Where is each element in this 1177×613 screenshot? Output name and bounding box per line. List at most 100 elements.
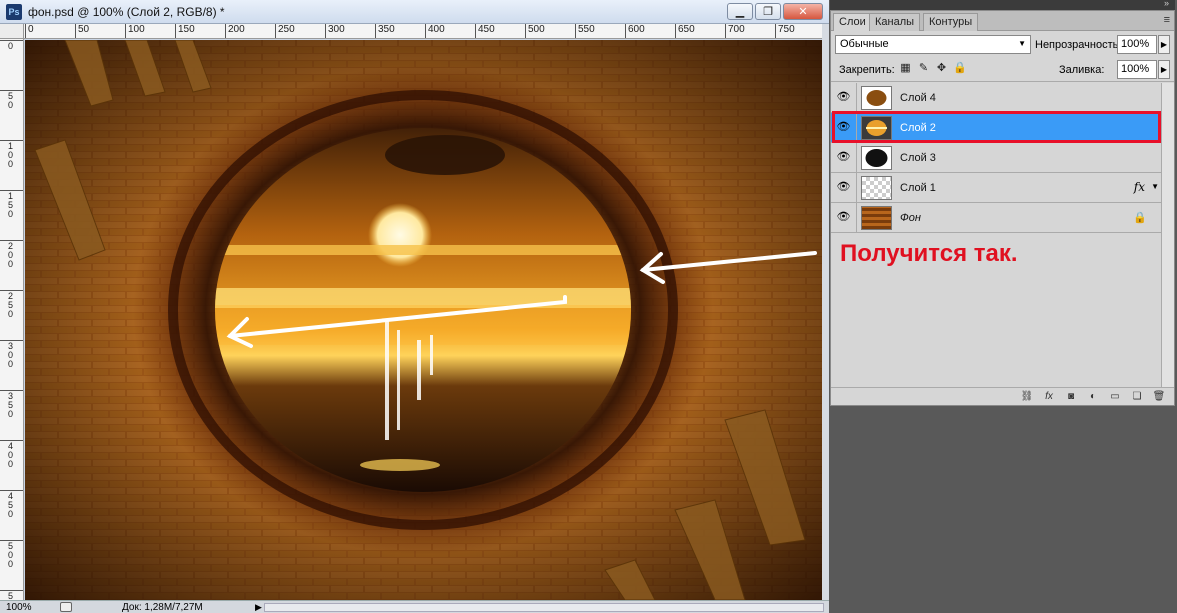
ruler-label: 750 xyxy=(778,24,795,35)
blend-mode-select[interactable]: Обычные ▼ xyxy=(835,35,1031,54)
document-title: фон.psd @ 100% (Слой 2, RGB/8) * xyxy=(28,5,225,19)
opacity-input[interactable]: 100% xyxy=(1117,35,1157,54)
ruler-label: 600 xyxy=(628,24,645,35)
eye-icon[interactable]: 👁 xyxy=(836,181,851,194)
ruler-tick: 50 xyxy=(75,24,89,38)
group-icon[interactable]: ▭ xyxy=(1108,390,1122,403)
ruler-label: 50 xyxy=(8,91,14,110)
panel-tabs: Слои Каналы Контуры ≡ xyxy=(831,11,1174,31)
layer-name: Фон xyxy=(900,212,921,224)
lock-label: Закрепить: xyxy=(839,64,895,76)
panel-dock-header[interactable]: » xyxy=(830,0,1175,10)
ruler-horizontal[interactable]: 0 50 100 150 200 250 300 350 400 450 500 550 600 650 7… xyxy=(24,24,824,39)
ruler-tick: 300 xyxy=(0,340,23,369)
ruler-tick: 450 xyxy=(475,24,495,38)
ruler-label: 100 xyxy=(8,141,14,169)
chevron-down-icon[interactable]: ▼ xyxy=(1151,182,1159,191)
ruler-tick: 400 xyxy=(0,440,23,469)
annotation-highlight-box xyxy=(832,111,1161,143)
layer-thumbnail xyxy=(861,176,892,200)
lock-transparency-icon[interactable]: ▦ xyxy=(899,62,912,75)
ruler-tick: 50 xyxy=(0,90,23,110)
ruler-label: 350 xyxy=(8,391,14,419)
ruler-label: 300 xyxy=(8,341,14,369)
ruler-tick: 350 xyxy=(375,24,395,38)
layer-row[interactable]: 👁 Слой 4 xyxy=(831,83,1161,113)
ruler-tick: 0 xyxy=(25,24,34,38)
lock-image-icon[interactable]: ✎ xyxy=(917,62,930,75)
fill-label: Заливка: xyxy=(1059,64,1105,76)
layer-row[interactable]: 👁 Слой 3 xyxy=(831,143,1161,173)
ruler-tick: 750 xyxy=(775,24,795,38)
ruler-tick: 150 xyxy=(175,24,195,38)
adjustment-icon[interactable]: ◐ xyxy=(1086,390,1100,403)
doc-info: Док: 1,28M/7,27M xyxy=(122,602,203,613)
panel-menu-icon[interactable]: ≡ xyxy=(1164,14,1170,26)
horizontal-scrollbar[interactable] xyxy=(264,603,824,612)
ruler-label: 550 xyxy=(8,591,14,601)
fx-icon[interactable]: fx xyxy=(1134,180,1145,194)
ruler-tick: 550 xyxy=(0,590,23,600)
tab-paths[interactable]: Контуры xyxy=(923,13,979,31)
vertical-scrollbar[interactable] xyxy=(822,24,829,600)
status-bar: 100% Док: 1,28M/7,27M ▶ xyxy=(0,600,829,613)
blend-mode-value: Обычные xyxy=(840,38,889,50)
chevron-down-icon: ▼ xyxy=(1018,39,1026,48)
ruler-label: 250 xyxy=(278,24,295,35)
screenshot-root: Ps фон.psd @ 100% (Слой 2, RGB/8) * ▁ ❐ … xyxy=(0,0,1177,613)
ruler-label: 0 xyxy=(8,41,14,51)
layer-name: Слой 1 xyxy=(900,182,936,194)
ruler-label: 450 xyxy=(478,24,495,35)
ruler-label: 500 xyxy=(8,541,14,569)
panel-footer: ⛓ fx ◙ ◐ ▭ ❏ 🗑 xyxy=(831,387,1174,405)
ruler-tick: 500 xyxy=(525,24,545,38)
ruler-corner[interactable] xyxy=(0,24,24,39)
tab-layers[interactable]: Слои xyxy=(833,13,872,31)
link-icon[interactable]: ⛓ xyxy=(1020,390,1034,403)
lock-position-icon[interactable]: ✥ xyxy=(935,62,948,75)
ruler-label: 150 xyxy=(178,24,195,35)
eye-icon[interactable]: 👁 xyxy=(836,151,851,164)
ruler-label: 700 xyxy=(728,24,745,35)
panel-scrollbar[interactable] xyxy=(1161,83,1174,387)
ruler-tick: 100 xyxy=(125,24,145,38)
layer-thumbnail xyxy=(861,86,892,110)
ruler-tick: 350 xyxy=(0,390,23,419)
ruler-label: 400 xyxy=(428,24,445,35)
minimize-icon[interactable]: ▁ xyxy=(727,3,753,20)
eye-icon[interactable]: 👁 xyxy=(836,211,851,224)
ruler-vertical[interactable]: 0 50 100 150 200 250 300 350 400 450 500 550 xyxy=(0,39,24,600)
close-icon[interactable]: ✕ xyxy=(783,3,823,20)
artwork xyxy=(25,40,822,600)
status-icon[interactable] xyxy=(60,602,72,612)
layer-row[interactable]: 👁 Слой 1 fx ▼ xyxy=(831,173,1161,203)
ruler-tick: 700 xyxy=(725,24,745,38)
fx-icon[interactable]: fx xyxy=(1042,390,1056,403)
ruler-tick: 500 xyxy=(0,540,23,569)
photoshop-icon: Ps xyxy=(6,4,22,20)
layer-row[interactable]: 👁 Фон 🔒 xyxy=(831,203,1161,233)
eye-icon[interactable]: 👁 xyxy=(836,91,851,104)
new-layer-icon[interactable]: ❏ xyxy=(1130,390,1144,403)
canvas-image[interactable] xyxy=(25,40,822,600)
fill-arrow-icon[interactable]: ▶ xyxy=(1158,60,1170,79)
ruler-label: 0 xyxy=(28,24,34,35)
ruler-label: 200 xyxy=(228,24,245,35)
tab-channels[interactable]: Каналы xyxy=(869,13,921,31)
annotation-caption: Получится так. xyxy=(840,240,1018,267)
trash-icon[interactable]: 🗑 xyxy=(1152,390,1166,403)
collapse-icon[interactable]: » xyxy=(1164,0,1169,8)
mask-icon[interactable]: ◙ xyxy=(1064,390,1078,403)
ruler-label: 200 xyxy=(8,241,14,269)
restore-icon[interactable]: ❐ xyxy=(755,3,781,20)
opacity-arrow-icon[interactable]: ▶ xyxy=(1158,35,1170,54)
layer-name: Слой 4 xyxy=(900,92,936,104)
fill-input[interactable]: 100% xyxy=(1117,60,1157,79)
lock-all-icon[interactable]: 🔒 xyxy=(953,62,967,75)
zoom-level[interactable]: 100% xyxy=(6,602,32,613)
ruler-tick: 600 xyxy=(625,24,645,38)
status-menu-arrow-icon[interactable]: ▶ xyxy=(255,602,262,613)
layer-thumbnail xyxy=(861,146,892,170)
layer-name: Слой 3 xyxy=(900,152,936,164)
document-titlebar[interactable]: Ps фон.psd @ 100% (Слой 2, RGB/8) * ▁ ❐ … xyxy=(0,0,829,24)
